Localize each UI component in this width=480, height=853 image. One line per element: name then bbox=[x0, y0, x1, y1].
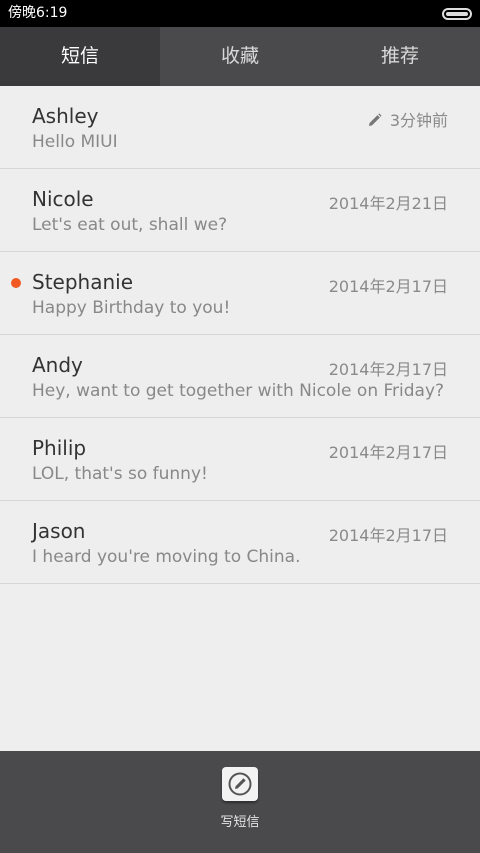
message-preview: Let's eat out, shall we? bbox=[32, 215, 228, 235]
message-item-andy[interactable]: Andy 2014年2月17日 Hey, want to get togethe… bbox=[0, 335, 480, 418]
message-date: 2014年2月17日 bbox=[328, 277, 448, 296]
unread-indicator bbox=[11, 278, 21, 288]
contact-name: Jason bbox=[32, 519, 86, 543]
message-date: 2014年2月17日 bbox=[328, 443, 448, 462]
contact-name: Stephanie bbox=[32, 270, 134, 294]
compose-button[interactable]: 写短信 bbox=[200, 767, 280, 839]
message-item-stephanie[interactable]: Stephanie 2014年2月17日 Happy Birthday to y… bbox=[0, 252, 480, 335]
compose-icon[interactable] bbox=[222, 767, 258, 801]
message-date: 2014年2月21日 bbox=[328, 194, 448, 213]
message-preview: Hello MIUI bbox=[32, 132, 118, 152]
status-bar: 傍晚6:19 bbox=[0, 0, 480, 27]
message-preview: I heard you're moving to China. bbox=[32, 547, 301, 567]
message-list: Ashley 3分钟前 Hello MIUI Nicole 2014年2月21日… bbox=[0, 86, 480, 584]
status-time: 傍晚6:19 bbox=[8, 5, 68, 21]
tab-sms[interactable]: 短信 bbox=[0, 27, 160, 86]
message-preview: Hey, want to get together with Nicole on… bbox=[32, 381, 445, 401]
message-date: 3分钟前 bbox=[368, 107, 448, 131]
message-item-philip[interactable]: Philip 2014年2月17日 LOL, that's so funny! bbox=[0, 418, 480, 501]
tab-recommended[interactable]: 推荐 bbox=[320, 27, 480, 86]
contact-name: Andy bbox=[32, 353, 83, 377]
message-preview: LOL, that's so funny! bbox=[32, 464, 208, 484]
tab-favorites[interactable]: 收藏 bbox=[160, 27, 320, 86]
contact-name: Ashley bbox=[32, 104, 99, 128]
contact-name: Philip bbox=[32, 436, 87, 460]
message-date: 2014年2月17日 bbox=[328, 526, 448, 545]
message-date-text: 3分钟前 bbox=[389, 111, 448, 130]
tab-bar: 短信 收藏 推荐 bbox=[0, 27, 480, 86]
message-item-nicole[interactable]: Nicole 2014年2月21日 Let's eat out, shall w… bbox=[0, 169, 480, 252]
battery-icon bbox=[442, 8, 472, 20]
pencil-icon bbox=[368, 113, 382, 126]
message-item-jason[interactable]: Jason 2014年2月17日 I heard you're moving t… bbox=[0, 501, 480, 584]
compose-label: 写短信 bbox=[220, 815, 260, 830]
contact-name: Nicole bbox=[32, 187, 94, 211]
bottom-bar: 写短信 bbox=[0, 751, 480, 853]
message-item-ashley[interactable]: Ashley 3分钟前 Hello MIUI bbox=[0, 86, 480, 169]
message-preview: Happy Birthday to you! bbox=[32, 298, 231, 318]
message-date: 2014年2月17日 bbox=[328, 360, 448, 379]
